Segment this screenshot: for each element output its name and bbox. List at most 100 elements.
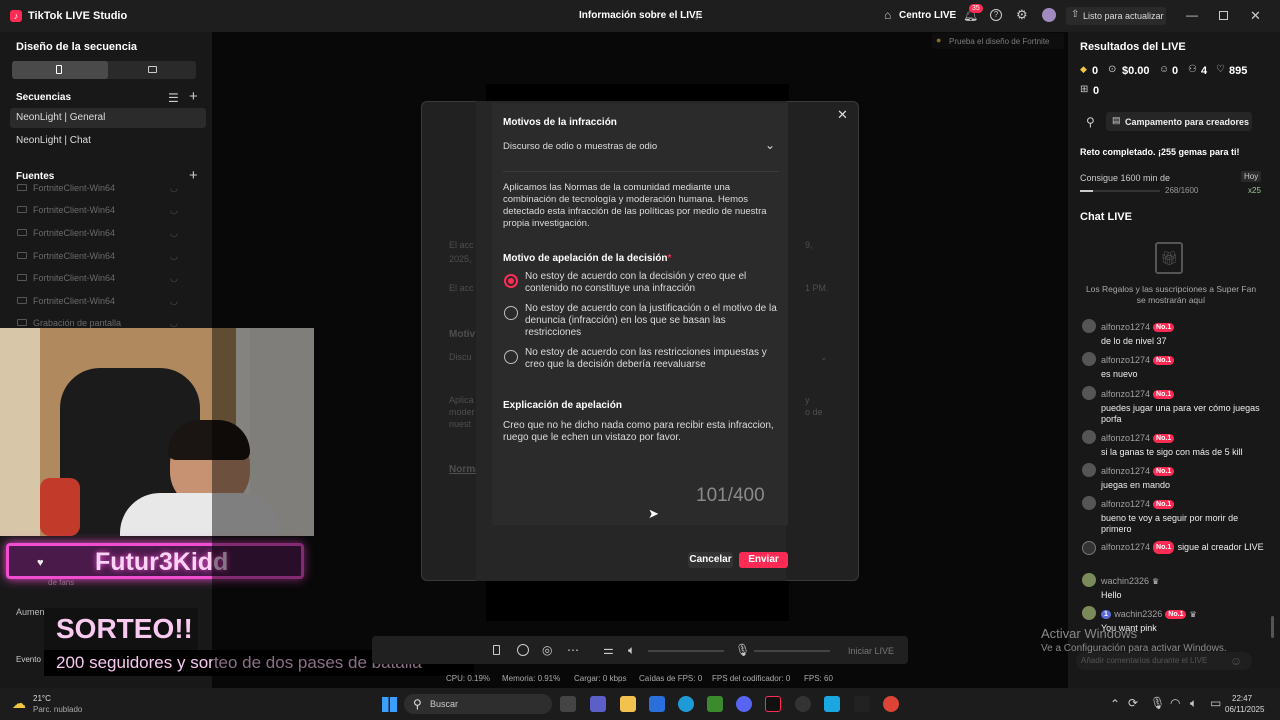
clock-date[interactable]: 06/11/2025 [1225, 705, 1264, 714]
explanation-textarea[interactable]: Creo que no he dicho nada como para reci… [503, 420, 779, 480]
portrait-icon[interactable] [493, 645, 500, 655]
minecraft-icon[interactable] [707, 696, 723, 712]
visibility-icon[interactable]: ◡ [170, 273, 178, 284]
teams-icon[interactable] [590, 696, 606, 712]
window-icon [17, 274, 27, 281]
home-icon[interactable]: ⌂ [884, 9, 891, 21]
level-badge: 1 [1101, 610, 1111, 619]
goal-progress-track [1080, 190, 1160, 192]
visibility-icon[interactable]: ◡ [170, 251, 178, 262]
clock-time[interactable]: 22:47 [1232, 694, 1252, 703]
background-text: Aplica [449, 395, 474, 405]
camera-switch-icon[interactable]: ◎ [542, 644, 552, 656]
sequence-design-title: Diseño de la secuencia [16, 41, 138, 53]
goal-today-badge: Hoy [1241, 171, 1262, 182]
chat-username[interactable]: wachin2326 [1101, 576, 1149, 586]
appeal-option-label[interactable]: No estoy de acuerdo con las restriccione… [525, 347, 777, 371]
mic-volume-slider[interactable] [754, 650, 830, 652]
add-source-icon[interactable]: + [189, 168, 198, 183]
visibility-icon[interactable]: ◡ [170, 205, 178, 216]
centro-live-link[interactable]: Centro LIVE [899, 10, 956, 21]
edge-icon[interactable] [678, 696, 694, 712]
landscape-option[interactable] [108, 61, 196, 79]
source-item[interactable]: FortniteClient-Win64 [33, 296, 115, 306]
task-view-icon[interactable] [560, 696, 576, 712]
source-item[interactable]: FortniteClient-Win64 [33, 251, 115, 261]
chat-username[interactable]: alfonzo1274 [1101, 542, 1150, 552]
sequence-item[interactable]: NeonLight | Chat [10, 131, 206, 151]
chat-username[interactable]: alfonzo1274 [1101, 322, 1150, 332]
close-icon[interactable]: ✕ [1250, 9, 1261, 22]
chat-username[interactable]: alfonzo1274 [1101, 466, 1150, 476]
portrait-option[interactable] [12, 61, 108, 79]
sync-icon[interactable]: ⟳ [1128, 697, 1138, 709]
appeal-option-radio[interactable] [504, 350, 518, 364]
source-item[interactable]: Grabación de pantalla [33, 318, 121, 328]
chevron-up-icon[interactable]: ⌃ [1110, 698, 1120, 710]
chat-username[interactable]: alfonzo1274 [1101, 433, 1150, 443]
list-icon[interactable]: ☰ [168, 92, 179, 104]
chat-scrollbar[interactable] [1271, 616, 1274, 638]
chat-username[interactable]: alfonzo1274 [1101, 355, 1150, 365]
appeal-option-radio-selected[interactable] [504, 274, 518, 288]
goal-reward: x25 [1248, 186, 1261, 195]
file-explorer-icon[interactable] [620, 696, 636, 712]
store-icon[interactable] [649, 696, 665, 712]
battery-icon[interactable]: ▭ [1210, 697, 1221, 709]
close-icon[interactable]: ✕ [837, 108, 848, 121]
source-item[interactable]: FortniteClient-Win64 [33, 205, 115, 215]
avatar[interactable] [1042, 8, 1056, 22]
appeal-option-label[interactable]: No estoy de acuerdo con la decisión y cr… [525, 271, 777, 295]
emoji-icon[interactable]: ☺ [1230, 655, 1242, 667]
volume-icon[interactable]: 🔈︎ [1190, 697, 1197, 709]
start-live-button[interactable]: Iniciar LIVE [838, 643, 904, 659]
info-text: Aplicamos las Normas de la comunidad med… [503, 182, 767, 229]
filters-icon[interactable]: ⚌ [603, 644, 614, 656]
taskbar-search[interactable]: ⚲ Buscar [404, 694, 552, 714]
person-edit-icon[interactable]: ⚲ [1086, 116, 1095, 128]
infraction-select[interactable]: Discurso de odio o muestras de odio ⌄ [503, 138, 779, 172]
help-icon[interactable]: ? [990, 9, 1002, 21]
sequence-item[interactable]: NeonLight | General [10, 108, 206, 128]
background-text: nuest [449, 419, 472, 429]
speaker-volume-slider[interactable] [648, 650, 724, 652]
tiktok-studio-icon[interactable] [765, 696, 781, 712]
minimize-icon[interactable]: — [1186, 9, 1198, 21]
comment-input[interactable]: Añadir comentarios durante el LIVE [1076, 652, 1252, 670]
chat-username[interactable]: alfonzo1274 [1101, 389, 1150, 399]
settings-icon[interactable]: ⚙ [1016, 8, 1028, 21]
submit-button[interactable]: Enviar [739, 552, 788, 568]
speaker-icon[interactable]: 🔈︎ [628, 644, 635, 656]
epic-icon[interactable] [854, 696, 870, 712]
share-icon[interactable]: ⇗ [693, 10, 703, 22]
maximize-icon[interactable] [1219, 11, 1228, 20]
record-icon[interactable] [517, 644, 529, 656]
creator-camp-button[interactable]: ▤ Campamento para creadores [1106, 112, 1252, 131]
visibility-icon[interactable]: ◡ [170, 183, 178, 194]
steam-icon[interactable] [795, 696, 811, 712]
mic-tray-icon[interactable]: 🎙︎ [1150, 697, 1165, 709]
capcut-icon[interactable] [824, 696, 840, 712]
chat-username[interactable]: alfonzo1274 [1101, 499, 1150, 509]
wifi-icon[interactable]: ◠ [1170, 697, 1180, 709]
crown-icon: ♛ [1152, 577, 1160, 586]
windows-start-icon[interactable] [382, 697, 397, 712]
fan-label: de fans [48, 578, 75, 587]
orientation-toggle [12, 61, 196, 79]
goal-progress-text: 268/1600 [1165, 186, 1199, 195]
chrome-icon[interactable] [883, 696, 899, 712]
more-icon[interactable]: ⋯ [567, 644, 579, 656]
appeal-option-radio[interactable] [504, 306, 518, 320]
source-item[interactable]: FortniteClient-Win64 [33, 183, 115, 193]
cancel-button[interactable]: Cancelar [688, 552, 733, 568]
chat-username[interactable]: wachin2326 [1114, 609, 1162, 619]
source-item[interactable]: FortniteClient-Win64 [33, 228, 115, 238]
infraction-value: Discurso de odio o muestras de odio [503, 141, 658, 152]
source-item[interactable]: FortniteClient-Win64 [33, 273, 115, 283]
visibility-icon[interactable]: ◡ [170, 228, 178, 239]
discord-icon[interactable] [736, 696, 752, 712]
appeal-option-label[interactable]: No estoy de acuerdo con la justificación… [525, 303, 777, 339]
add-sequence-icon[interactable]: + [189, 89, 198, 104]
visibility-icon[interactable]: ◡ [170, 296, 178, 307]
microphone-icon[interactable]: 🎙︎ [735, 644, 750, 656]
